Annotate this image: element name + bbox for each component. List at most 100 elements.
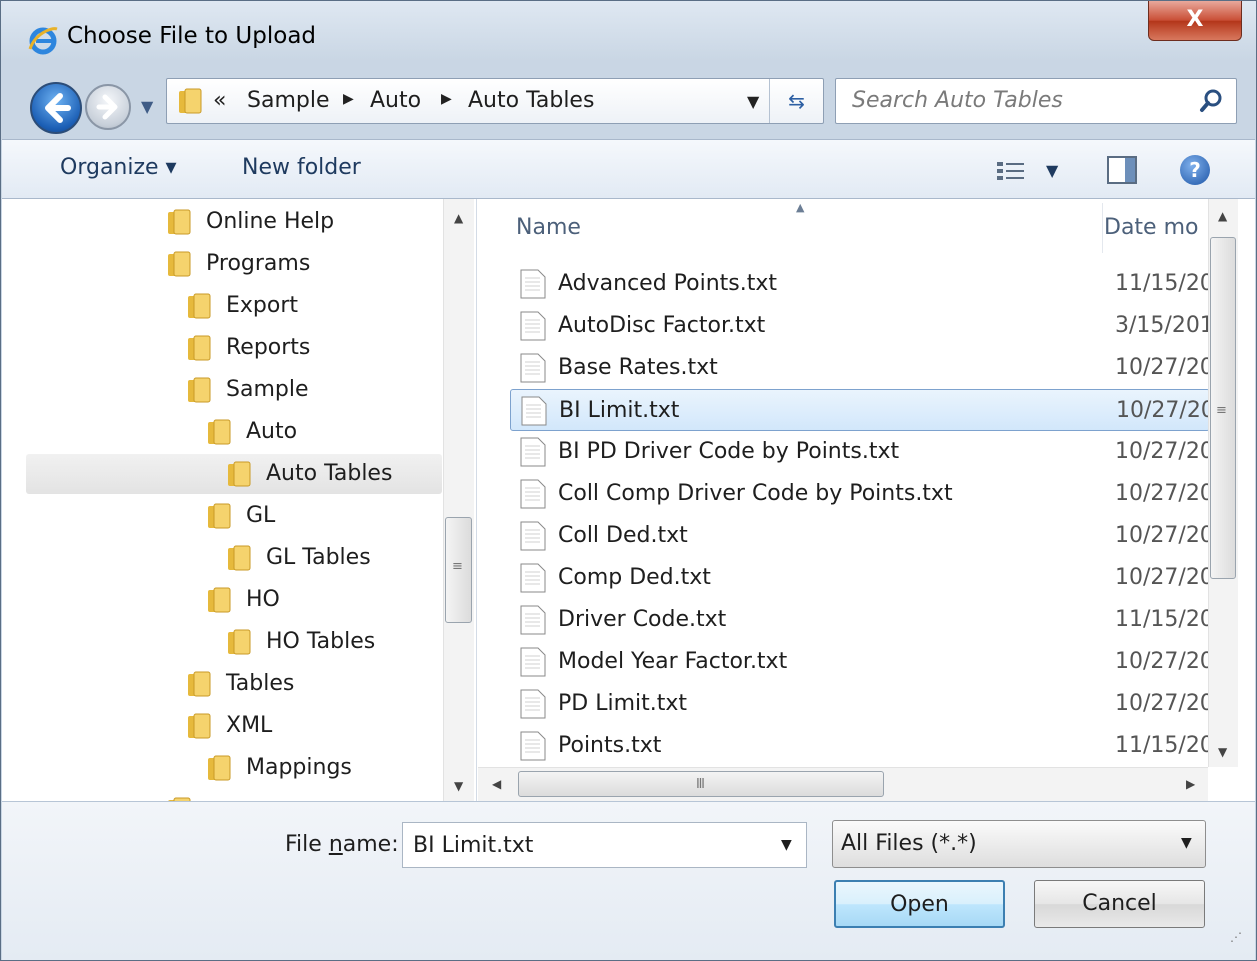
folder-icon <box>228 461 251 487</box>
file-row[interactable]: Comp Ded.txt 10/27/20 <box>510 557 1214 599</box>
file-name: PD Limit.txt <box>558 691 688 716</box>
tree-item-label: GL <box>246 503 276 528</box>
file-date: 10/27/20 <box>1115 523 1214 548</box>
folder-icon <box>208 419 231 445</box>
file-name-label-accelerator: n <box>328 832 343 857</box>
files-scroll-right-icon[interactable]: ▶ <box>1186 777 1195 791</box>
address-dropdown-icon[interactable]: ▼ <box>747 92 759 111</box>
file-name: AutoDisc Factor.txt <box>558 313 766 338</box>
file-name-dropdown-icon[interactable]: ▼ <box>781 837 792 853</box>
file-row-selected[interactable]: BI Limit.txt 10/27/20 <box>510 389 1215 431</box>
file-row[interactable]: Model Year Factor.txt 10/27/20 <box>510 641 1214 683</box>
file-date: 10/27/20 <box>1115 649 1214 674</box>
tree-scroll-down-icon[interactable]: ▼ <box>454 779 463 793</box>
organize-menu-button[interactable]: Organize ▾ <box>60 155 177 180</box>
file-row[interactable]: AutoDisc Factor.txt 3/15/201 <box>510 305 1214 347</box>
text-file-icon <box>520 689 546 719</box>
breadcrumb-auto[interactable]: Auto <box>370 88 421 113</box>
files-scroll-up-icon[interactable]: ▲ <box>1218 209 1227 223</box>
file-date: 10/27/20 <box>1115 439 1214 464</box>
file-name-value: BI Limit.txt <box>413 833 534 858</box>
refresh-icon[interactable]: ⇆ <box>769 79 823 123</box>
file-row[interactable]: BI PD Driver Code by Points.txt 10/27/20 <box>510 431 1214 473</box>
text-file-icon <box>520 647 546 677</box>
tree-scroll-up-icon[interactable]: ▲ <box>454 211 463 225</box>
file-type-filter-value: All Files (*.*) <box>841 831 977 856</box>
file-name: Model Year Factor.txt <box>558 649 788 674</box>
text-file-icon <box>521 396 547 426</box>
forward-button[interactable] <box>85 84 131 130</box>
column-date-header[interactable]: Date mo <box>1104 215 1198 240</box>
file-name: Driver Code.txt <box>558 607 727 632</box>
folder-icon <box>228 629 251 655</box>
address-bar[interactable]: « Sample ▶ Auto ▶ Auto Tables ▼ ⇆ <box>166 78 824 124</box>
text-file-icon <box>520 311 546 341</box>
file-row[interactable]: Points.txt 11/15/20 <box>510 725 1214 767</box>
preview-pane-icon[interactable] <box>1107 156 1137 184</box>
text-file-icon <box>520 731 546 761</box>
file-name: BI PD Driver Code by Points.txt <box>558 439 900 464</box>
file-row[interactable]: Driver Code.txt 11/15/20 <box>510 599 1214 641</box>
file-row[interactable]: PD Limit.txt 10/27/20 <box>510 683 1214 725</box>
file-name: Comp Ded.txt <box>558 565 711 590</box>
folder-icon <box>188 335 211 361</box>
file-name-label-part: ame: <box>342 832 399 857</box>
recent-pages-dropdown-icon[interactable]: ▼ <box>141 97 159 116</box>
files-scroll-left-icon[interactable]: ◀ <box>492 777 501 791</box>
tree-item-label: Auto Tables <box>266 461 393 486</box>
breadcrumb-sample[interactable]: Sample <box>247 88 330 113</box>
command-toolbar: Organize ▾ New folder ▼ ? <box>2 139 1255 199</box>
file-row[interactable]: Coll Comp Driver Code by Points.txt 10/2… <box>510 473 1214 515</box>
text-file-icon <box>520 479 546 509</box>
file-name-label-part: File <box>285 832 329 857</box>
file-name: Coll Ded.txt <box>558 523 688 548</box>
file-date: 3/15/201 <box>1115 313 1214 338</box>
search-icon[interactable] <box>1198 87 1226 115</box>
folder-icon <box>208 755 231 781</box>
file-list: ▲ Name Date mo Advanced Points.txt 11/15… <box>478 199 1255 801</box>
back-button[interactable] <box>30 82 82 134</box>
column-header: ▲ Name Date mo <box>478 199 1212 259</box>
column-separator[interactable] <box>1102 203 1103 253</box>
tree-item-label: Auto <box>246 419 298 444</box>
help-icon[interactable]: ? <box>1180 155 1210 185</box>
breadcrumb-separator-icon[interactable]: ▶ <box>441 91 452 107</box>
close-button[interactable]: X <box>1148 1 1242 41</box>
file-date: 10/27/20 <box>1115 691 1214 716</box>
file-row[interactable]: Coll Ded.txt 10/27/20 <box>510 515 1214 557</box>
breadcrumb-auto-tables[interactable]: Auto Tables <box>468 88 594 113</box>
search-placeholder: Search Auto Tables <box>852 88 1063 113</box>
tree-item-label: HO Tables <box>266 629 376 654</box>
search-input[interactable]: Search Auto Tables <box>835 78 1237 124</box>
text-file-icon <box>520 353 546 383</box>
breadcrumb-separator-icon[interactable]: ▶ <box>343 91 354 107</box>
window-title: Choose File to Upload <box>67 23 317 49</box>
content-area: Online Help Programs Export Reports Samp… <box>2 199 1255 801</box>
breadcrumb-overflow[interactable]: « <box>213 88 226 113</box>
text-file-icon <box>520 521 546 551</box>
change-view-icon[interactable] <box>996 160 1026 182</box>
files-scroll-down-icon[interactable]: ▼ <box>1218 745 1227 759</box>
file-row[interactable]: Base Rates.txt 10/27/20 <box>510 347 1214 389</box>
file-date: 11/15/20 <box>1115 271 1214 296</box>
file-date: 10/27/20 <box>1116 398 1215 423</box>
tree-vertical-scrollbar[interactable] <box>443 199 474 801</box>
resize-grip-icon[interactable]: ⋰ <box>1230 930 1242 944</box>
title-bar: Choose File to Upload X <box>1 1 1256 71</box>
scroll-grip-icon: ≡ <box>1216 403 1227 418</box>
new-folder-button[interactable]: New folder <box>242 155 361 180</box>
file-name: Points.txt <box>558 733 662 758</box>
views-dropdown-icon[interactable]: ▼ <box>1046 161 1058 180</box>
tree-item-label: GL Tables <box>266 545 371 570</box>
file-date: 10/27/20 <box>1115 355 1214 380</box>
file-type-filter-select[interactable]: All Files (*.*) ▼ <box>832 820 1206 868</box>
open-button[interactable]: Open <box>834 880 1005 928</box>
file-name-label: File name: <box>285 832 399 857</box>
cancel-button[interactable]: Cancel <box>1034 880 1205 928</box>
column-name-header[interactable]: Name <box>516 215 581 240</box>
file-row[interactable]: Advanced Points.txt 11/15/20 <box>510 263 1214 305</box>
folder-icon <box>228 545 251 571</box>
file-name-input[interactable]: BI Limit.txt ▼ <box>402 822 807 868</box>
file-name: BI Limit.txt <box>559 398 680 423</box>
folder-icon <box>188 377 211 403</box>
